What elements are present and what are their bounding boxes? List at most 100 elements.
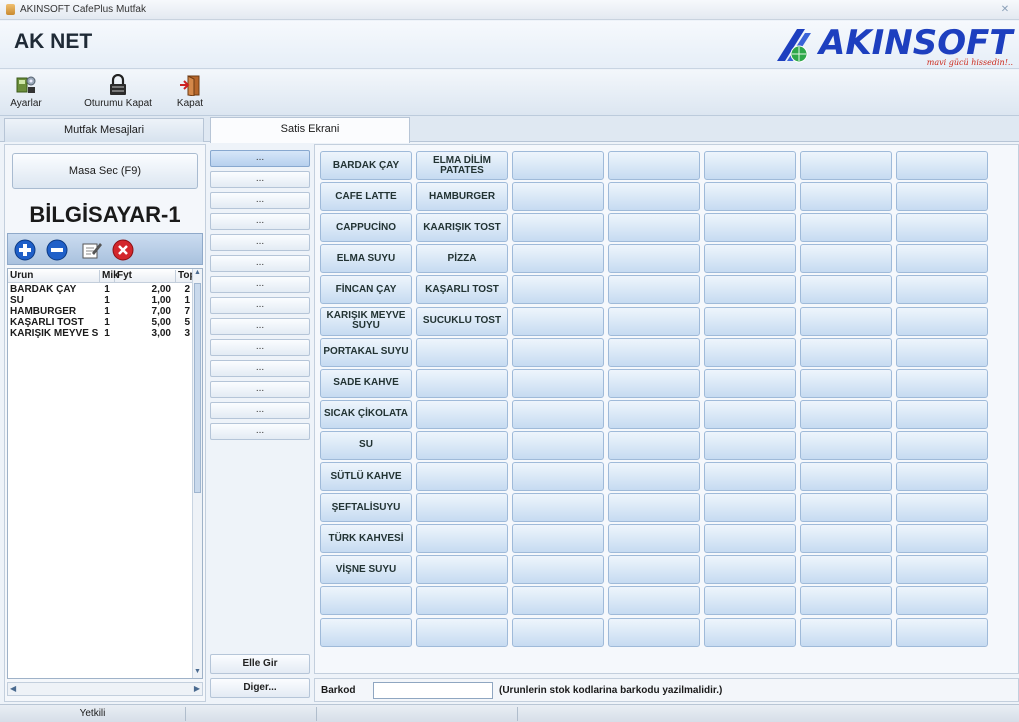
manual-entry-button[interactable]: Elle Gir: [210, 654, 310, 674]
group-button[interactable]: ...: [210, 171, 310, 188]
other-groups-button[interactable]: Diger...: [210, 678, 310, 698]
product-button[interactable]: [416, 586, 508, 616]
product-button[interactable]: [416, 462, 508, 491]
product-button[interactable]: CAFE LATTE: [320, 182, 412, 212]
product-button[interactable]: [896, 555, 988, 585]
product-button[interactable]: [800, 244, 892, 274]
product-button[interactable]: [704, 555, 796, 585]
select-table-button[interactable]: Masa Sec (F9): [12, 153, 198, 189]
cancel-icon[interactable]: [112, 239, 134, 261]
product-button[interactable]: PİZZA: [416, 244, 508, 274]
product-button[interactable]: [704, 213, 796, 243]
product-button[interactable]: [512, 368, 604, 398]
product-button[interactable]: [608, 524, 700, 554]
tab-kitchen-messages[interactable]: Mutfak Mesajlari: [4, 118, 204, 142]
product-button[interactable]: [704, 462, 796, 491]
product-button[interactable]: VİŞNE SUYU: [320, 555, 412, 585]
product-button[interactable]: [704, 275, 796, 305]
group-button[interactable]: ...: [210, 234, 310, 251]
product-button[interactable]: [704, 306, 796, 336]
product-button[interactable]: [608, 430, 700, 460]
exit-button[interactable]: Kapat: [172, 74, 208, 114]
product-button[interactable]: SÜTLÜ KAHVE: [320, 462, 412, 491]
product-button[interactable]: [800, 337, 892, 367]
product-button[interactable]: [896, 151, 988, 180]
product-button[interactable]: KAŞARLI TOST: [416, 275, 508, 305]
product-button[interactable]: [416, 524, 508, 554]
grid-vertical-scrollbar[interactable]: ▲ ▼: [192, 269, 202, 678]
product-button[interactable]: [896, 182, 988, 212]
product-button[interactable]: [800, 399, 892, 429]
product-button[interactable]: [608, 555, 700, 585]
product-button[interactable]: [416, 493, 508, 523]
product-button[interactable]: [512, 462, 604, 491]
product-button[interactable]: [896, 493, 988, 523]
product-button[interactable]: [896, 244, 988, 274]
barcode-input[interactable]: [373, 682, 493, 699]
product-button[interactable]: HAMBURGER: [416, 182, 508, 212]
product-button[interactable]: [704, 399, 796, 429]
product-button[interactable]: CAPPUCİNO: [320, 213, 412, 243]
product-button[interactable]: [512, 306, 604, 336]
product-button[interactable]: [800, 275, 892, 305]
product-button[interactable]: BARDAK ÇAY: [320, 151, 412, 180]
logout-button[interactable]: Oturumu Kapat: [80, 74, 156, 114]
product-button[interactable]: KAARIŞIK TOST: [416, 213, 508, 243]
product-button[interactable]: [704, 524, 796, 554]
grid-horizontal-scrollbar[interactable]: ◀ ▶: [7, 682, 203, 696]
scroll-up-icon[interactable]: ▲: [193, 269, 202, 279]
product-button[interactable]: [800, 368, 892, 398]
column-header[interactable]: Mik: [100, 270, 119, 283]
product-button[interactable]: [608, 244, 700, 274]
scroll-left-icon[interactable]: ◀: [10, 684, 16, 693]
product-button[interactable]: [512, 555, 604, 585]
product-button[interactable]: [800, 493, 892, 523]
product-button[interactable]: [608, 151, 700, 180]
column-header[interactable]: Fyt: [115, 270, 176, 283]
product-button[interactable]: [512, 244, 604, 274]
product-button[interactable]: [512, 151, 604, 180]
product-button[interactable]: [800, 555, 892, 585]
product-button[interactable]: [896, 368, 988, 398]
product-button[interactable]: [416, 368, 508, 398]
close-icon[interactable]: ✕: [997, 3, 1013, 16]
product-button[interactable]: [704, 182, 796, 212]
product-button[interactable]: SU: [320, 430, 412, 460]
group-button[interactable]: ...: [210, 360, 310, 377]
product-button[interactable]: ELMA DİLİM PATATES: [416, 151, 508, 180]
product-button[interactable]: [512, 275, 604, 305]
product-button[interactable]: [896, 275, 988, 305]
add-icon[interactable]: [14, 239, 36, 261]
product-button[interactable]: [896, 524, 988, 554]
product-button[interactable]: [704, 430, 796, 460]
product-button[interactable]: [800, 617, 892, 647]
product-button[interactable]: [608, 617, 700, 647]
group-button[interactable]: ...: [210, 297, 310, 314]
scroll-thumb[interactable]: [194, 283, 201, 493]
group-button[interactable]: ...: [210, 318, 310, 335]
column-header[interactable]: Urun: [8, 270, 100, 283]
product-button[interactable]: [416, 337, 508, 367]
product-button[interactable]: [608, 213, 700, 243]
group-button[interactable]: ...: [210, 381, 310, 398]
group-button[interactable]: ...: [210, 255, 310, 272]
product-button[interactable]: [896, 462, 988, 491]
product-button[interactable]: [704, 368, 796, 398]
product-button[interactable]: [320, 586, 412, 616]
product-button[interactable]: [608, 275, 700, 305]
product-button[interactable]: [896, 617, 988, 647]
product-button[interactable]: [896, 399, 988, 429]
product-button[interactable]: TÜRK KAHVESİ: [320, 524, 412, 554]
product-button[interactable]: PORTAKAL SUYU: [320, 337, 412, 367]
product-button[interactable]: SICAK ÇİKOLATA: [320, 399, 412, 429]
product-button[interactable]: [608, 399, 700, 429]
scroll-down-icon[interactable]: ▼: [193, 668, 202, 678]
product-button[interactable]: [704, 337, 796, 367]
product-button[interactable]: [704, 617, 796, 647]
product-button[interactable]: [896, 337, 988, 367]
product-button[interactable]: [512, 182, 604, 212]
group-button[interactable]: ...: [210, 339, 310, 356]
product-button[interactable]: [512, 617, 604, 647]
product-button[interactable]: KARIŞIK MEYVE SUYU: [320, 306, 412, 336]
product-button[interactable]: [800, 213, 892, 243]
